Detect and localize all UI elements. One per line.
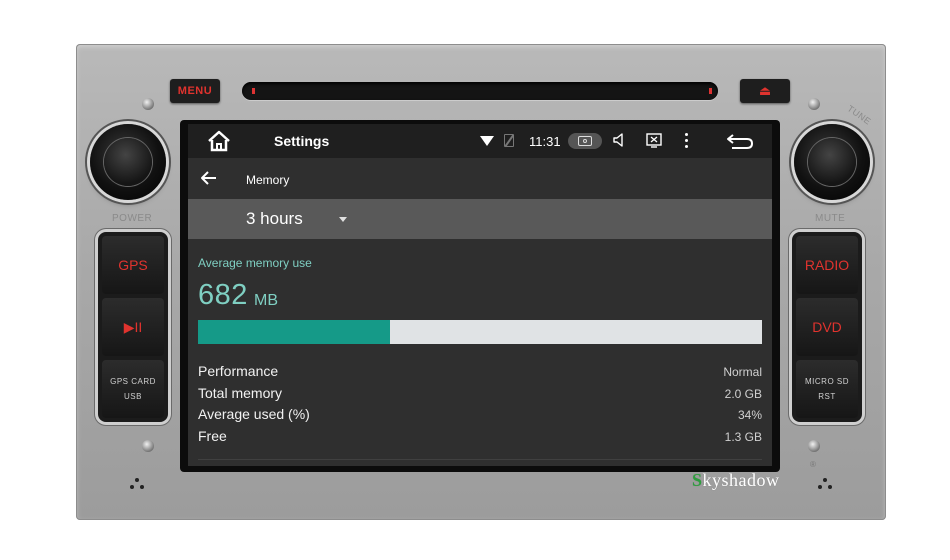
stat-label: Free	[198, 428, 227, 444]
radio-button[interactable]: RADIO	[796, 236, 858, 294]
microphone-icon	[818, 478, 832, 490]
android-screen: Settings 11:31 Memory 3 hours Average me…	[188, 124, 772, 466]
mute-label: MUTE	[815, 213, 846, 224]
eject-button[interactable]: ⏏	[740, 79, 790, 103]
eject-icon: ⏏	[758, 83, 772, 98]
microphone-icon	[130, 478, 144, 490]
power-volume-knob[interactable]	[90, 124, 166, 200]
memory-toolbar: Memory	[188, 158, 772, 199]
stat-label: Total memory	[198, 385, 283, 401]
memory-value: 682	[198, 279, 248, 311]
stat-row: Average used (%) 34%	[198, 406, 762, 426]
memory-usage-fill	[198, 320, 390, 344]
microsd-label: MICRO SD	[805, 377, 849, 386]
usb-label: USB	[124, 392, 142, 401]
screw	[808, 440, 820, 452]
stat-row: Total memory 2.0 GB	[198, 385, 762, 405]
gps-card-usb-slot[interactable]: GPS CARD USB	[102, 360, 164, 418]
screw	[142, 440, 154, 452]
stat-label: Average used (%)	[198, 406, 310, 422]
right-button-panel: RADIO DVD MICRO SD RST	[792, 232, 862, 422]
screw	[808, 98, 820, 110]
wifi-icon	[480, 136, 494, 146]
memory-content: Average memory use 682 MB Performance No…	[188, 239, 772, 466]
memory-usage-bar	[198, 320, 762, 344]
stat-value: 1.3 GB	[724, 430, 762, 444]
brand-logo: Skyshadow	[692, 470, 780, 490]
gps-button[interactable]: GPS	[102, 236, 164, 294]
stat-row: Free 1.3 GB	[198, 428, 762, 448]
stat-value: 34%	[737, 408, 762, 422]
stat-label: Performance	[198, 363, 279, 379]
duration-selected-value: 3 hours	[246, 209, 303, 228]
app-title: Settings	[274, 133, 330, 149]
screenshot-icon[interactable]	[568, 133, 602, 149]
dvd-button[interactable]: DVD	[796, 298, 858, 356]
stat-value: 2.0 GB	[724, 387, 762, 401]
clock: 11:31	[529, 134, 561, 149]
play-pause-button[interactable]: ▶II	[102, 298, 164, 356]
dropdown-caret-icon	[339, 217, 347, 222]
status-bar: Settings 11:31	[188, 124, 772, 158]
arrow-back-icon[interactable]	[200, 170, 218, 186]
cd-slot	[242, 82, 718, 100]
home-icon[interactable]	[206, 130, 232, 152]
microsd-rst-slot[interactable]: MICRO SD RST	[796, 360, 858, 418]
stat-value: Normal	[723, 365, 762, 379]
tune-knob[interactable]	[794, 124, 870, 200]
rst-label: RST	[818, 392, 836, 401]
stat-row: Performance Normal	[198, 363, 762, 383]
screen-icon[interactable]	[646, 132, 662, 148]
screw	[142, 98, 154, 110]
duration-dropdown[interactable]: 3 hours	[188, 199, 772, 239]
more-icon[interactable]	[685, 132, 689, 150]
page-title: Memory	[246, 173, 290, 187]
power-label: POWER	[112, 213, 153, 224]
back-icon[interactable]	[726, 132, 754, 150]
gps-card-label: GPS CARD	[110, 377, 156, 386]
volume-icon[interactable]	[612, 132, 628, 148]
left-button-panel: GPS ▶II GPS CARD USB	[98, 232, 168, 422]
menu-button[interactable]: MENU	[170, 79, 220, 103]
section-label: Average memory use	[198, 256, 312, 270]
registered-mark: ®	[810, 460, 816, 469]
no-sim-icon	[504, 134, 514, 147]
divider	[198, 459, 762, 460]
memory-unit: MB	[254, 292, 278, 309]
